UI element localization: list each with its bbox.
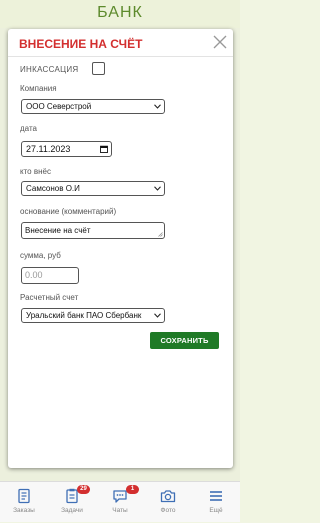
close-icon[interactable]	[211, 33, 229, 51]
nav-item-chats[interactable]: 1 Чаты	[96, 482, 144, 523]
amount-placeholder: 0.00	[25, 270, 43, 280]
basis-value: Внесение на счёт	[25, 226, 91, 235]
nav-item-orders[interactable]: Заказы	[0, 482, 48, 523]
depositor-label: кто внёс	[20, 167, 51, 176]
page-title: БАНК	[97, 4, 143, 21]
orders-icon	[18, 488, 30, 504]
modal-divider	[8, 56, 233, 57]
chevron-down-icon	[154, 313, 161, 318]
resize-grip-icon[interactable]	[158, 232, 163, 237]
date-label: дата	[20, 124, 37, 133]
incasso-label: ИНКАССАЦИЯ	[20, 65, 79, 74]
nav-item-photo[interactable]: Фото	[144, 482, 192, 523]
chevron-down-icon	[154, 104, 161, 109]
nav-label-chats: Чаты	[112, 507, 128, 514]
incasso-checkbox[interactable]	[92, 62, 105, 75]
modal-title: ВНЕСЕНИЕ НА СЧЁТ	[19, 37, 143, 51]
calendar-icon[interactable]	[100, 145, 108, 153]
chats-badge: 1	[126, 485, 139, 494]
date-value: 27.11.2023	[26, 144, 71, 154]
date-input[interactable]: 27.11.2023	[21, 141, 112, 157]
tasks-badge: 29	[77, 485, 90, 494]
deposit-modal: ВНЕСЕНИЕ НА СЧЁТ ИНКАССАЦИЯ Компания ООО…	[8, 29, 233, 468]
company-select[interactable]: ООО Северстрой	[21, 99, 165, 114]
menu-icon	[210, 491, 222, 501]
amount-label: сумма, руб	[20, 251, 61, 260]
nav-label-tasks: Задачи	[61, 507, 83, 514]
depositor-value: Самсонов О.И	[26, 184, 80, 193]
basis-textarea[interactable]: Внесение на счёт	[21, 222, 165, 239]
nav-item-more[interactable]: Ещё	[192, 482, 240, 523]
chevron-down-icon	[154, 186, 161, 191]
account-select[interactable]: Уральский банк ПАО Сбербанк	[21, 308, 165, 323]
camera-icon	[160, 490, 176, 503]
account-label: Расчетный счет	[20, 293, 79, 302]
nav-item-tasks[interactable]: 29 Задачи	[48, 482, 96, 523]
nav-label-more: Ещё	[209, 507, 223, 514]
account-value: Уральский банк ПАО Сбербанк	[26, 311, 142, 320]
bottom-nav: Заказы 29 Задачи 1 Чаты Фото Ещё	[0, 481, 240, 522]
nav-label-photo: Фото	[160, 507, 176, 514]
nav-label-orders: Заказы	[13, 507, 35, 514]
amount-input[interactable]: 0.00	[21, 267, 79, 284]
basis-label: основание (комментарий)	[20, 207, 117, 216]
save-button[interactable]: СОХРАНИТЬ	[150, 332, 219, 349]
company-label: Компания	[20, 84, 57, 93]
app-header: БАНК	[0, 0, 240, 28]
company-value: ООО Северстрой	[26, 102, 92, 111]
depositor-select[interactable]: Самсонов О.И	[21, 181, 165, 196]
